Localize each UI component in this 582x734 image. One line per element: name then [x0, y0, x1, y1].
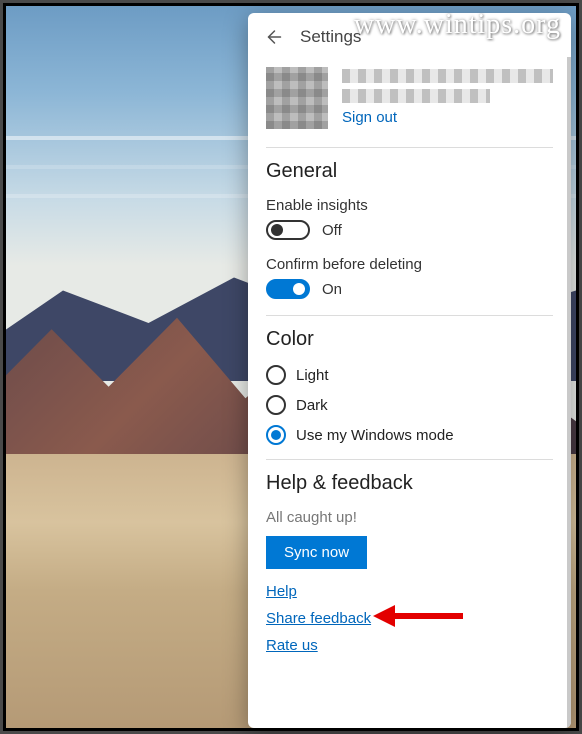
help-link[interactable]: Help — [266, 583, 553, 600]
sync-status: All caught up! — [266, 509, 553, 526]
radio-icon — [266, 425, 286, 445]
panel-header: Settings — [248, 13, 571, 57]
rate-us-link[interactable]: Rate us — [266, 637, 553, 654]
section-heading-color: Color — [266, 328, 553, 351]
scrollbar[interactable] — [567, 57, 571, 728]
confirm-delete-toggle[interactable] — [266, 279, 310, 299]
radio-label: Dark — [296, 397, 328, 414]
color-option-light[interactable]: Light — [266, 365, 553, 385]
section-heading-general: General — [266, 160, 553, 183]
sign-out-link[interactable]: Sign out — [342, 109, 397, 126]
divider — [266, 147, 553, 148]
enable-insights-toggle[interactable] — [266, 220, 310, 240]
settings-panel: Settings Sign out General Enable insight… — [248, 13, 571, 728]
radio-label: Use my Windows mode — [296, 427, 454, 444]
share-feedback-link[interactable]: Share feedback — [266, 610, 553, 627]
account-section: Sign out — [266, 63, 553, 143]
divider — [266, 459, 553, 460]
radio-icon — [266, 395, 286, 415]
confirm-delete-state: On — [322, 281, 342, 298]
enable-insights-label: Enable insights — [266, 197, 553, 214]
enable-insights-state: Off — [322, 222, 342, 239]
back-icon[interactable] — [264, 28, 282, 46]
sync-now-button[interactable]: Sync now — [266, 536, 367, 569]
avatar — [266, 67, 328, 129]
radio-icon — [266, 365, 286, 385]
radio-label: Light — [296, 367, 329, 384]
confirm-delete-label: Confirm before deleting — [266, 256, 553, 273]
divider — [266, 315, 553, 316]
section-heading-help: Help & feedback — [266, 472, 553, 495]
color-option-dark[interactable]: Dark — [266, 395, 553, 415]
account-name — [342, 69, 553, 83]
account-email — [342, 89, 490, 103]
page-title: Settings — [300, 27, 361, 47]
color-option-windows[interactable]: Use my Windows mode — [266, 425, 553, 445]
